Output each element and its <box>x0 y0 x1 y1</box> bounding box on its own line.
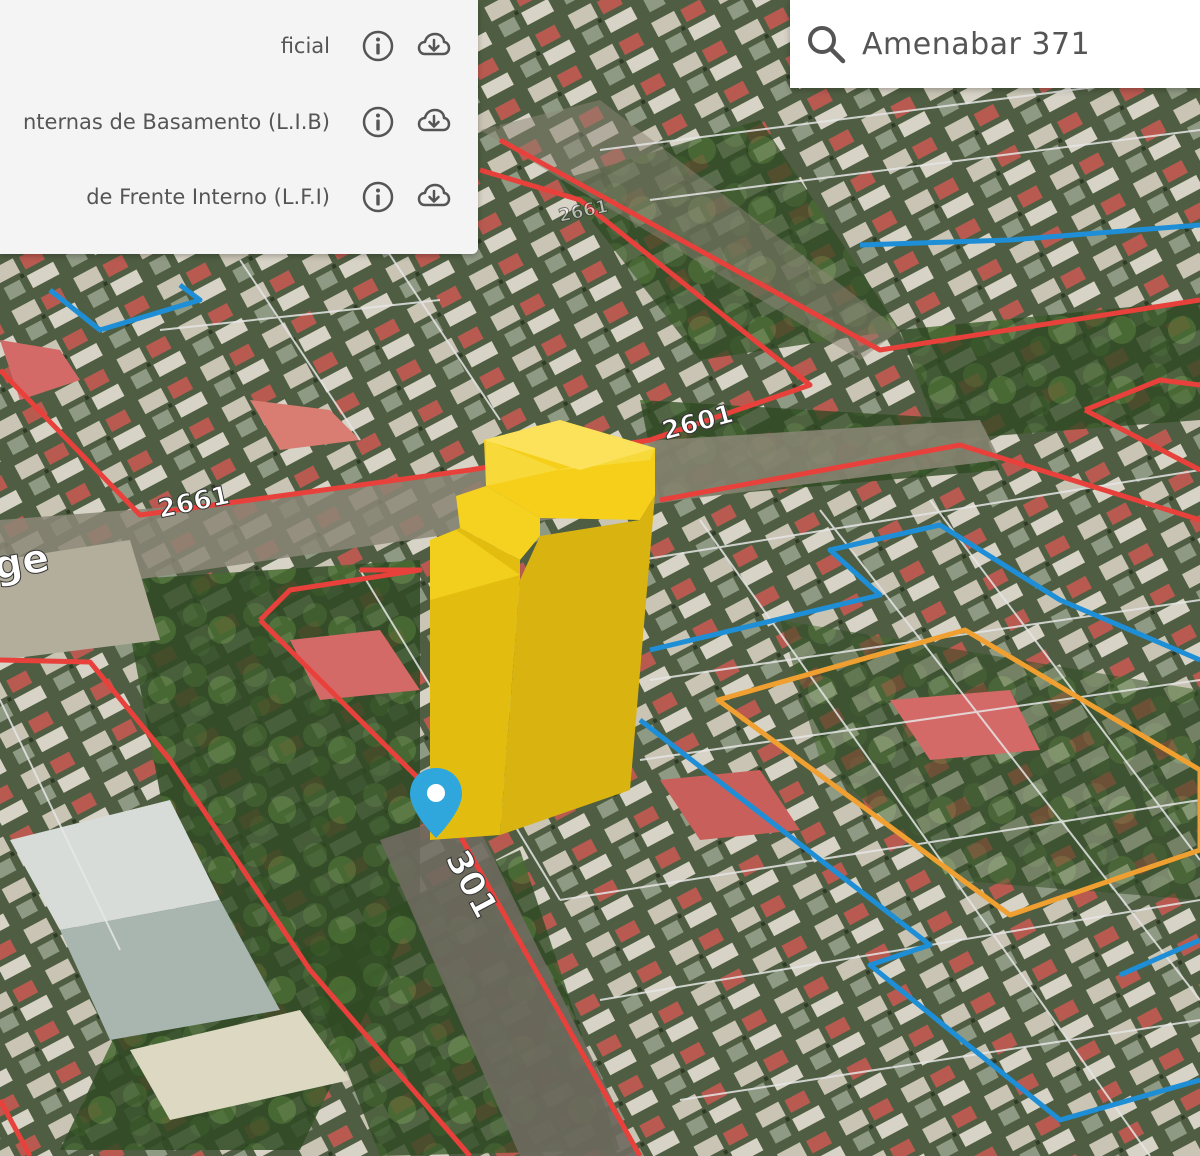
layer-label: de Frente Interno (L.F.I) <box>86 185 330 209</box>
layers-panel: ficial nternas de Basamento (L.I.B) de F… <box>0 0 478 254</box>
layer-row-lib[interactable]: nternas de Basamento (L.I.B) <box>0 102 478 142</box>
layer-row-linea-oficial[interactable]: ficial <box>0 26 478 66</box>
cloud-download-icon[interactable] <box>416 104 452 140</box>
info-circle-icon[interactable] <box>360 179 396 215</box>
layer-label: ficial <box>280 34 330 58</box>
info-circle-icon[interactable] <box>360 28 396 64</box>
cloud-download-icon[interactable] <box>416 28 452 64</box>
cloud-download-icon[interactable] <box>416 179 452 215</box>
layer-label: nternas de Basamento (L.I.B) <box>22 110 330 134</box>
layer-row-lfi[interactable]: de Frente Interno (L.F.I) <box>0 177 478 217</box>
address-search-input[interactable] <box>860 18 1184 70</box>
search-bar <box>790 0 1200 88</box>
info-circle-icon[interactable] <box>360 104 396 140</box>
search-icon[interactable] <box>804 22 848 66</box>
